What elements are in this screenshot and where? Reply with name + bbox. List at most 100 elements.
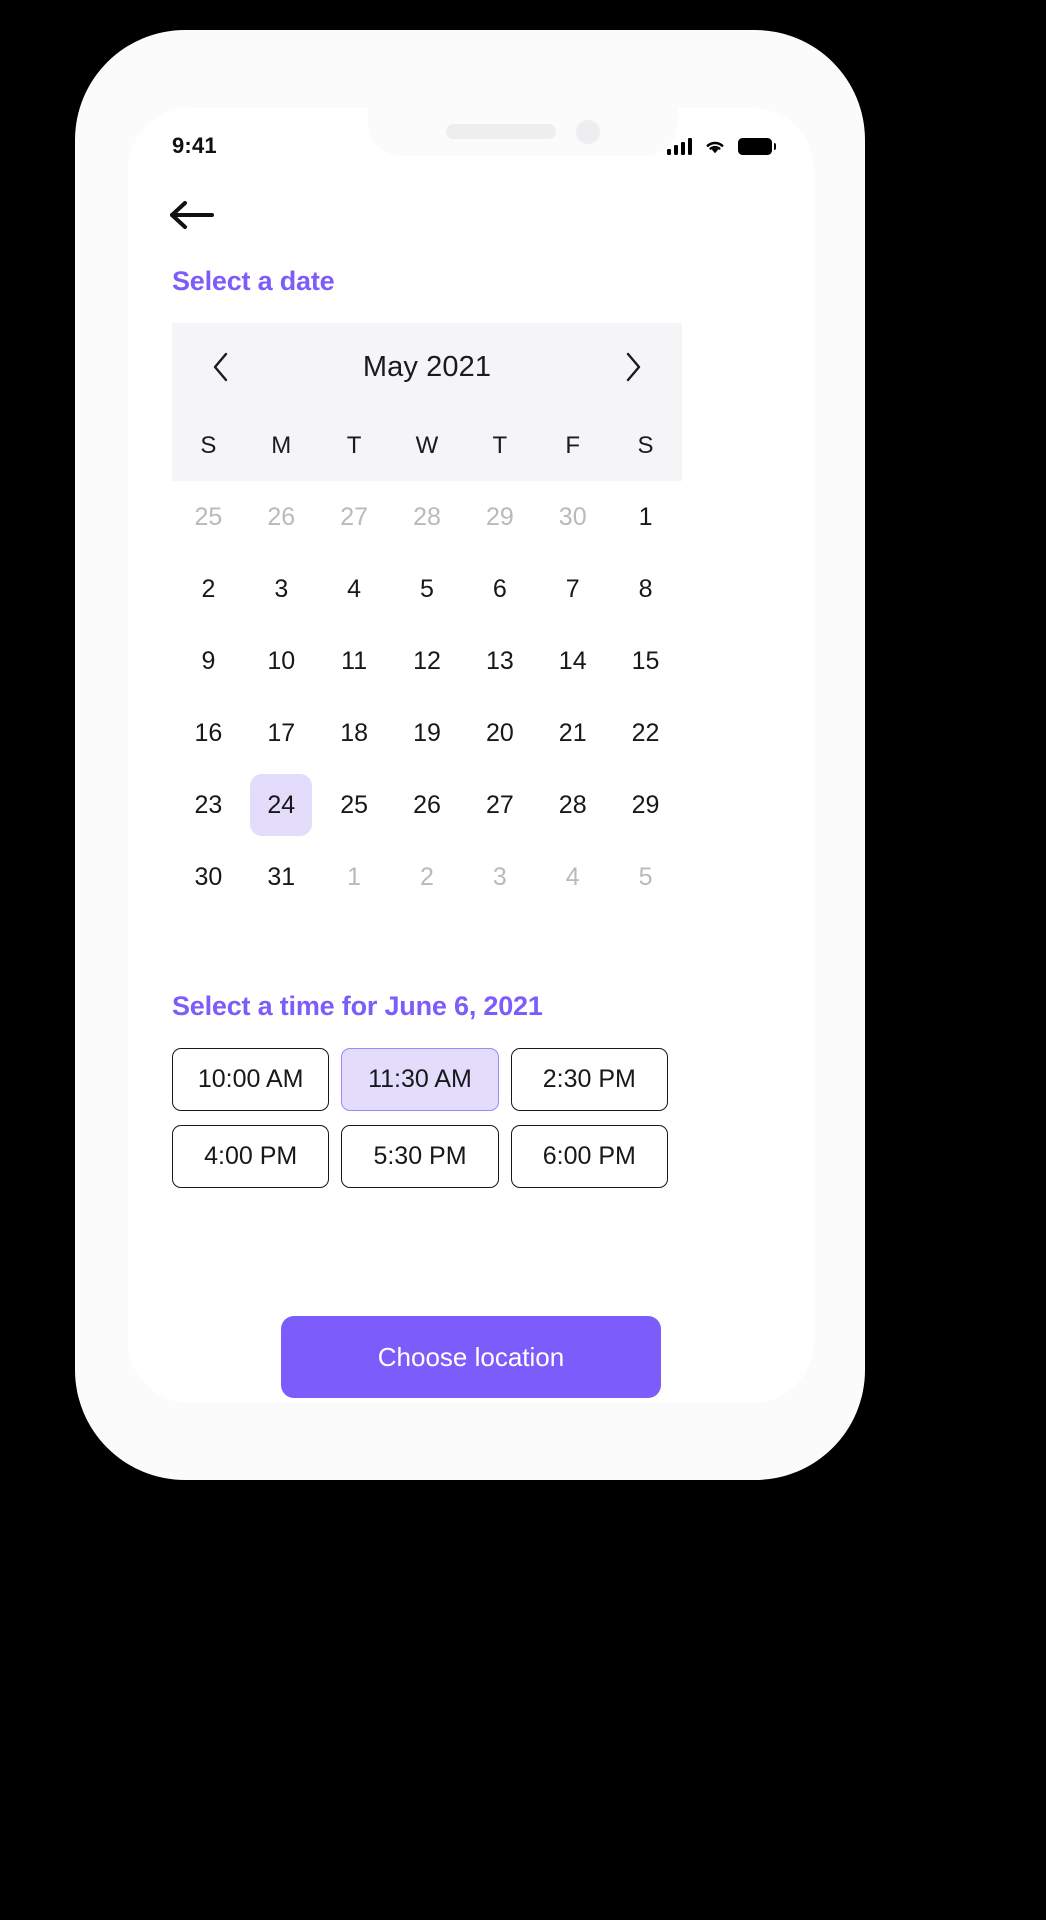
calendar-day-label: 14	[558, 646, 587, 675]
choose-location-button[interactable]: Choose location	[281, 1316, 661, 1398]
weekday-label: T	[492, 432, 508, 459]
calendar-day[interactable]: 2	[391, 841, 464, 913]
calendar-day-label: 23	[194, 790, 223, 819]
calendar-day[interactable]: 1	[318, 841, 391, 913]
calendar-day[interactable]: 20	[463, 697, 536, 769]
calendar-day-label: 25	[340, 790, 369, 819]
calendar-day-label: 2	[201, 574, 216, 603]
calendar-day[interactable]: 26	[391, 769, 464, 841]
select-time-title: Select a time for June 6, 2021	[172, 991, 543, 1021]
weekday-label: W	[415, 432, 439, 459]
weekday-label: M	[271, 432, 292, 459]
phone-notch	[368, 108, 678, 156]
calendar-day[interactable]: 7	[536, 553, 609, 625]
calendar-month-label: May 2021	[362, 350, 492, 383]
calendar-day[interactable]: 17	[245, 697, 318, 769]
calendar-day-selected[interactable]: 24	[245, 769, 318, 841]
calendar-day[interactable]: 11	[318, 625, 391, 697]
calendar-day[interactable]: 26	[245, 481, 318, 553]
calendar-day-label: 10	[267, 646, 296, 675]
weekday-label: S	[200, 432, 217, 459]
calendar: May 2021 SMTWTFS 25 26 27 28 29 30 1 2 3 4 5 6 7 8 9 10…	[172, 323, 682, 913]
calendar-day[interactable]: 25	[172, 481, 245, 553]
calendar-day[interactable]: 6	[463, 553, 536, 625]
time-slot[interactable]: 4:00 PM	[172, 1125, 330, 1188]
calendar-day-label: 3	[274, 574, 289, 603]
status-time: 9:41	[172, 133, 217, 158]
next-month-button[interactable]	[614, 343, 654, 391]
screen-content: Select a date May 2021 S M T W T F S 25 …	[128, 170, 814, 1398]
calendar-day[interactable]: 30	[172, 841, 245, 913]
calendar-day-label: 26	[267, 502, 296, 531]
back-button[interactable]	[168, 192, 224, 238]
calendar-day-label: 21	[558, 718, 587, 747]
calendar-day[interactable]: 19	[391, 697, 464, 769]
notch-speaker	[446, 124, 556, 139]
calendar-day-label: 13	[485, 646, 514, 675]
calendar-day-label: 3	[492, 862, 507, 891]
calendar-day[interactable]: 28	[536, 769, 609, 841]
calendar-day-label: 2	[420, 862, 434, 891]
calendar-day[interactable]: 5	[391, 553, 464, 625]
calendar-day-label: 26	[413, 790, 441, 819]
calendar-day-label: 5	[638, 862, 653, 891]
calendar-day-label: 1	[347, 862, 362, 891]
calendar-day[interactable]: 14	[536, 625, 609, 697]
time-slot[interactable]: 10:00 AM	[172, 1048, 330, 1111]
calendar-day[interactable]: 12	[391, 625, 464, 697]
calendar-day-label: 15	[631, 646, 660, 675]
calendar-day[interactable]: 3	[463, 841, 536, 913]
calendar-day-label: 7	[565, 574, 580, 603]
calendar-day[interactable]: 22	[609, 697, 682, 769]
calendar-day[interactable]: 3	[245, 553, 318, 625]
page-background: 9:41 Select a date May 2021 S M T W T F …	[0, 0, 1046, 1920]
calendar-day[interactable]: 8	[609, 553, 682, 625]
weekday-label: S	[637, 432, 654, 459]
notch-camera-icon	[576, 120, 600, 144]
calendar-day[interactable]: 21	[536, 697, 609, 769]
calendar-day[interactable]: 10	[245, 625, 318, 697]
calendar-header: May 2021	[172, 323, 682, 411]
calendar-day[interactable]: 1	[609, 481, 682, 553]
time-slot[interactable]: 5:30 PM	[341, 1125, 499, 1188]
calendar-day[interactable]: 15	[609, 625, 682, 697]
calendar-day-label: 9	[201, 646, 216, 675]
battery-icon	[738, 137, 776, 155]
calendar-day[interactable]: 13	[463, 625, 536, 697]
arrow-left-icon	[170, 201, 214, 229]
calendar-day-label: 27	[340, 502, 369, 531]
calendar-day[interactable]: 18	[318, 697, 391, 769]
calendar-day[interactable]: 29	[609, 769, 682, 841]
calendar-day[interactable]: 5	[609, 841, 682, 913]
calendar-weekday-row: SMTWTFS	[172, 411, 682, 481]
calendar-day[interactable]: 16	[172, 697, 245, 769]
calendar-day[interactable]: 2	[172, 553, 245, 625]
calendar-day-label: 4	[347, 574, 362, 603]
calendar-day[interactable]: 9	[172, 625, 245, 697]
prev-month-button[interactable]	[200, 343, 240, 391]
calendar-day-label: 28	[558, 790, 587, 819]
calendar-day[interactable]: 23	[172, 769, 245, 841]
calendar-day[interactable]: 25	[318, 769, 391, 841]
calendar-day[interactable]: 29	[463, 481, 536, 553]
wifi-icon	[703, 137, 727, 155]
calendar-day-label: 1	[638, 502, 653, 531]
calendar-day-label: 6	[492, 574, 507, 603]
calendar-day-label: 27	[485, 790, 514, 819]
calendar-day[interactable]: 4	[318, 553, 391, 625]
calendar-day-label: 25	[194, 502, 223, 531]
calendar-day[interactable]: 31	[245, 841, 318, 913]
calendar-day[interactable]: 28	[391, 481, 464, 553]
calendar-day[interactable]: 27	[318, 481, 391, 553]
phone-screen: 9:41 Select a date May 2021 S M T W T F …	[128, 108, 814, 1403]
calendar-day[interactable]: 30	[536, 481, 609, 553]
calendar-day[interactable]: 4	[536, 841, 609, 913]
time-slot[interactable]: 6:00 PM	[510, 1125, 668, 1188]
calendar-day-label: 8	[638, 574, 653, 603]
time-slot-selected[interactable]: 11:30 AM	[341, 1048, 499, 1111]
calendar-day[interactable]: 27	[463, 769, 536, 841]
calendar-day-label: 20	[485, 718, 514, 747]
select-date-title: Select a date	[172, 266, 335, 296]
time-slot[interactable]: 2:30 PM	[510, 1048, 668, 1111]
chevron-left-icon	[213, 352, 227, 382]
